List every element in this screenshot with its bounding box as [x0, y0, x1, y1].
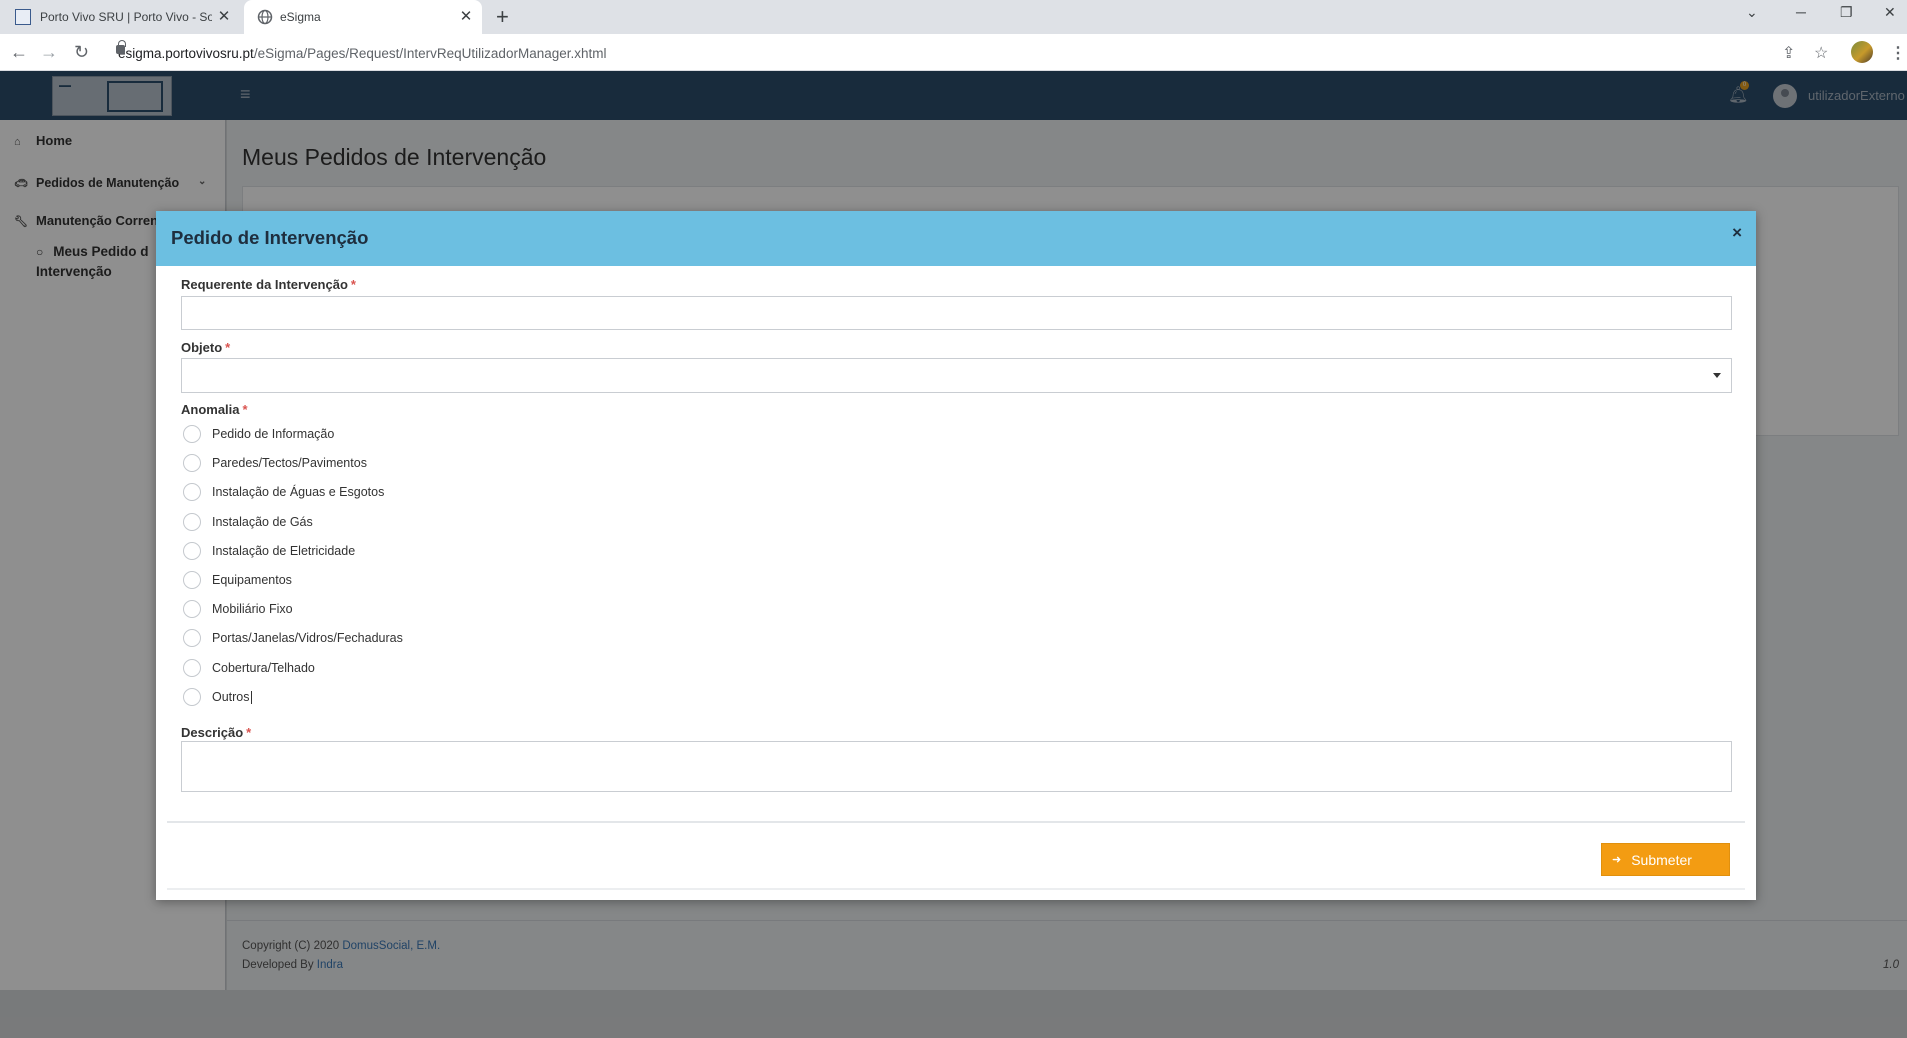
submit-button[interactable]: ➜ Submeter: [1601, 843, 1730, 876]
anomalia-option-mobiliario[interactable]: Mobiliário Fixo: [183, 599, 293, 619]
sign-in-icon: ➜: [1612, 854, 1622, 866]
radio-button[interactable]: [183, 571, 201, 589]
radio-button[interactable]: [183, 688, 201, 706]
anomalia-option-gas[interactable]: Instalação de Gás: [183, 512, 313, 532]
profile-avatar-icon[interactable]: [1851, 41, 1873, 63]
anomalia-option-label: Paredes/Tectos/Pavimentos: [212, 456, 367, 470]
descricao-textarea[interactable]: [181, 741, 1732, 792]
descricao-label-text: Descrição: [181, 725, 244, 740]
share-icon[interactable]: ⇪: [1782, 43, 1795, 63]
objeto-select[interactable]: [181, 358, 1732, 393]
requerente-label: Requerente da Intervenção *: [181, 277, 356, 292]
browser-menu-icon[interactable]: ⋮: [1890, 43, 1906, 63]
anomalia-option-label: Cobertura/Telhado: [212, 661, 315, 675]
tab-title: Porto Vivo SRU | Porto Vivo - Soc: [40, 10, 212, 24]
minimize-icon[interactable]: ─: [1796, 4, 1806, 20]
descricao-label: Descrição *: [181, 725, 251, 740]
requerente-input[interactable]: [181, 296, 1732, 330]
forward-arrow-icon[interactable]: →: [40, 42, 58, 62]
site-favicon-icon: [15, 9, 31, 25]
objeto-label: Objeto *: [181, 340, 230, 355]
anomalia-option-label: Pedido de Informação: [212, 427, 335, 441]
submit-label: Submeter: [1631, 851, 1692, 868]
address-bar: ← → ↻ esigma.portovivosru.pt/eSigma/Page…: [0, 34, 1907, 71]
anomalia-option-outros[interactable]: Outros: [183, 687, 252, 707]
url-host: esigma.portovivosru.pt: [118, 45, 254, 61]
modal-header: Pedido de Intervenção ×: [156, 211, 1756, 266]
anomalia-option-cobertura[interactable]: Cobertura/Telhado: [183, 658, 315, 678]
reload-icon[interactable]: ↻: [74, 42, 89, 62]
anomalia-option-label: Mobiliário Fixo: [212, 602, 293, 616]
globe-icon: [257, 9, 273, 25]
back-arrow-icon[interactable]: ←: [10, 42, 28, 62]
restore-icon[interactable]: ❐: [1840, 4, 1853, 21]
anomalia-option-label: Portas/Janelas/Vidros/Fechaduras: [212, 631, 403, 645]
required-mark: *: [350, 277, 356, 292]
anomalia-label-text: Anomalia: [181, 402, 240, 417]
window-close-icon[interactable]: ✕: [1884, 4, 1896, 21]
modal-bottom-divider: [167, 888, 1745, 890]
anomalia-option-label: Equipamentos: [212, 573, 292, 587]
browser-tab-bar: Porto Vivo SRU | Porto Vivo - Soc ✕ eSig…: [0, 0, 1907, 34]
radio-button[interactable]: [183, 542, 201, 560]
anomalia-option-paredes[interactable]: Paredes/Tectos/Pavimentos: [183, 453, 367, 473]
browser-tab-porto-vivo[interactable]: Porto Vivo SRU | Porto Vivo - Soc ✕: [8, 0, 240, 34]
radio-button[interactable]: [183, 629, 201, 647]
radio-button[interactable]: [183, 513, 201, 531]
anomalia-option-portas-janelas[interactable]: Portas/Janelas/Vidros/Fechaduras: [183, 628, 403, 648]
new-tab-plus-icon[interactable]: +: [496, 5, 509, 29]
anomalia-option-equipamentos[interactable]: Equipamentos: [183, 570, 292, 590]
close-icon[interactable]: ×: [1732, 223, 1742, 243]
pedido-intervencao-modal: Pedido de Intervenção × Requerente da In…: [156, 211, 1756, 900]
bookmark-star-icon[interactable]: ☆: [1814, 43, 1828, 63]
modal-title: Pedido de Intervenção: [171, 227, 369, 248]
anomalia-option-label: Instalação de Águas e Esgotos: [212, 485, 385, 499]
anomalia-option-pedido-informacao[interactable]: Pedido de Informação: [183, 424, 334, 444]
anomalia-label: Anomalia *: [181, 402, 248, 417]
modal-divider: [167, 821, 1745, 823]
anomalia-option-label: Instalação de Eletricidade: [212, 544, 356, 558]
tab-search-chevron-icon[interactable]: ⌄: [1746, 4, 1758, 21]
anomalia-option-aguas-esgotos[interactable]: Instalação de Águas e Esgotos: [183, 482, 384, 502]
objeto-label-text: Objeto: [181, 340, 223, 355]
required-mark: *: [225, 340, 231, 355]
url-field[interactable]: esigma.portovivosru.pt/eSigma/Pages/Requ…: [118, 39, 1838, 67]
radio-button[interactable]: [183, 483, 201, 501]
tab-close-icon[interactable]: ✕: [216, 9, 232, 25]
anomalia-option-eletricidade[interactable]: Instalação de Eletricidade: [183, 541, 355, 561]
radio-button[interactable]: [183, 454, 201, 472]
anomalia-option-label: Outros: [212, 690, 250, 704]
browser-tab-esigma[interactable]: eSigma ✕: [244, 0, 482, 34]
radio-button[interactable]: [183, 600, 201, 618]
required-mark: *: [246, 725, 252, 740]
requerente-label-text: Requerente da Intervenção: [181, 277, 348, 292]
text-cursor: [250, 690, 252, 704]
url-path: /eSigma/Pages/Request/IntervReqUtilizado…: [253, 45, 607, 61]
radio-button[interactable]: [183, 659, 201, 677]
required-mark: *: [242, 402, 248, 417]
radio-button[interactable]: [183, 425, 201, 443]
anomalia-option-label: Instalação de Gás: [212, 515, 313, 529]
tab-title: eSigma: [280, 10, 321, 24]
caret-down-icon: [1713, 373, 1721, 378]
tab-close-icon[interactable]: ✕: [458, 9, 474, 25]
lock-icon[interactable]: [116, 40, 126, 54]
